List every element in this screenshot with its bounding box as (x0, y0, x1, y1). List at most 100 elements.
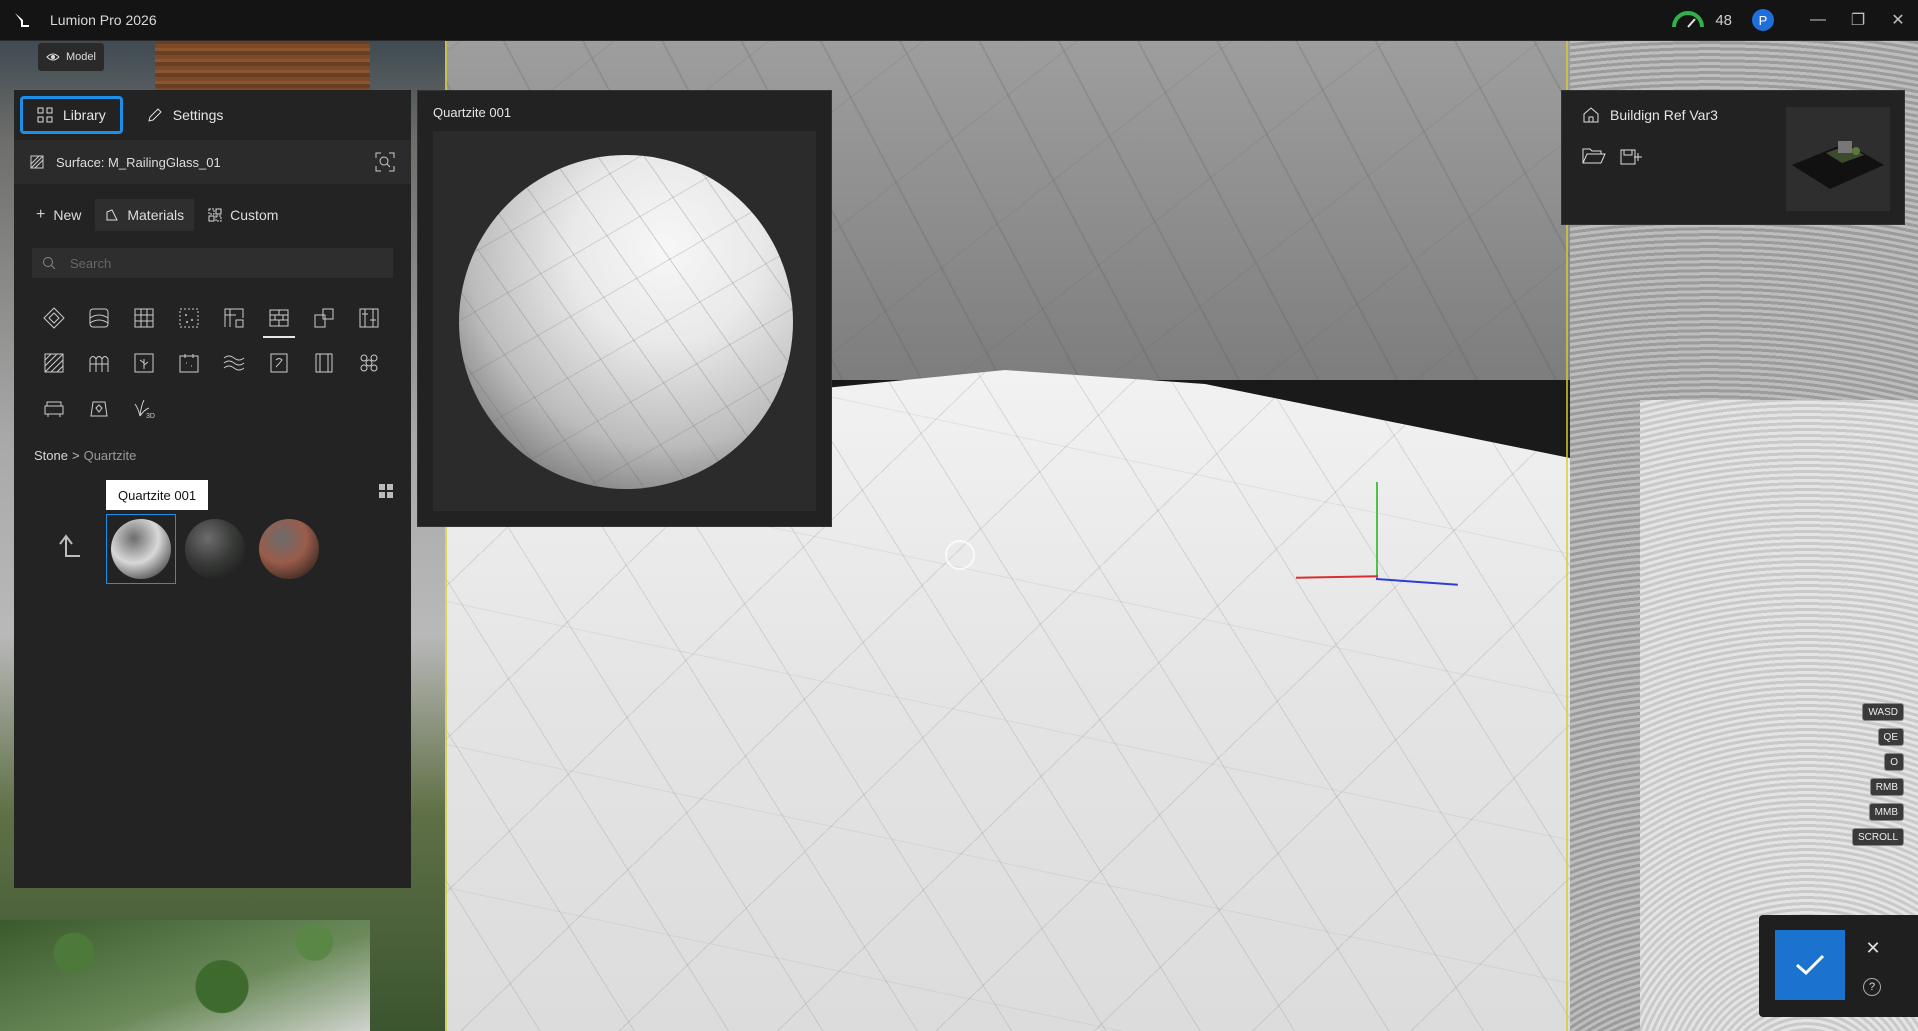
material-sphere (111, 519, 171, 579)
material-thumbnail[interactable] (180, 514, 250, 584)
scene-wood-ceiling (155, 40, 370, 92)
confirm-panel: ✕ ? (1759, 915, 1918, 1017)
user-avatar[interactable]: P (1752, 9, 1774, 31)
material-thumbnail[interactable] (254, 514, 324, 584)
tab-settings-label: Settings (172, 107, 224, 123)
category-concrete[interactable] (167, 296, 211, 340)
pencil-icon (148, 108, 162, 122)
glass-icon (179, 354, 199, 373)
concrete-icon (179, 308, 199, 328)
category-brick[interactable] (257, 296, 301, 340)
new-label: New (53, 207, 82, 223)
eye-icon (46, 53, 60, 61)
lumion-logo-icon (15, 13, 29, 27)
tile-icon (134, 308, 154, 328)
folder-up-icon[interactable] (54, 532, 82, 562)
breadcrumb: Stone > Quartzite (34, 448, 411, 463)
tab-library[interactable]: Library (20, 96, 123, 134)
category-fabric[interactable] (347, 296, 391, 340)
cancel-button[interactable]: ✕ (1863, 938, 1883, 958)
category-metal[interactable] (257, 341, 301, 385)
view-mode-chip[interactable]: Model (38, 43, 104, 71)
material-thumbnails (106, 514, 324, 584)
category-ground[interactable] (122, 341, 166, 385)
breadcrumb-separator: > (71, 448, 80, 463)
material-thumbnail[interactable] (106, 514, 176, 584)
metal-icon (270, 353, 288, 373)
furniture-icon (44, 401, 64, 417)
project-panel: Buildign Ref Var3 (1561, 90, 1905, 225)
view-mode-label: Model (66, 51, 96, 63)
open-folder-icon[interactable] (1582, 147, 1606, 165)
category-grid: 3D (32, 296, 411, 430)
pick-surface-icon[interactable] (375, 152, 395, 172)
fabric-icon (359, 308, 379, 328)
performance-value: 48 (1715, 11, 1732, 29)
material-preview-panel: Quartzite 001 (417, 90, 832, 527)
facade-icon (224, 308, 244, 328)
preview-sphere (459, 155, 793, 489)
category-landscape[interactable] (77, 386, 121, 430)
pattern-icon (360, 354, 378, 372)
floor-icon (314, 308, 334, 328)
category-water[interactable] (212, 341, 256, 385)
search-input[interactable] (68, 254, 372, 272)
breadcrumb-parent[interactable]: Stone (34, 448, 68, 463)
category-tile[interactable] (122, 296, 166, 340)
app-title: Lumion Pro 2026 (50, 12, 157, 28)
close-window-button[interactable]: ✕ (1878, 0, 1918, 40)
category-facade[interactable] (212, 296, 256, 340)
category-glass[interactable] (167, 341, 211, 385)
door-icon (315, 353, 333, 373)
breadcrumb-current: Quartzite (83, 448, 137, 463)
brick-icon (269, 309, 289, 327)
category-asphalt[interactable] (32, 341, 76, 385)
water-icon (223, 355, 245, 371)
search-icon (43, 257, 56, 270)
checkmark-icon (1796, 954, 1825, 976)
project-title-row: Buildign Ref Var3 (1582, 107, 1718, 123)
surface-selector[interactable]: Surface: M_RailingGlass_01 (14, 140, 411, 184)
category-furniture[interactable] (32, 386, 76, 430)
project-model-thumbnail (1792, 141, 1884, 189)
project-title: Buildign Ref Var3 (1610, 107, 1718, 123)
ground-icon (134, 353, 154, 373)
title-bar: Lumion Pro 2026 48 P — ❐ ✕ (0, 0, 1918, 41)
cursor-ring (945, 540, 975, 570)
project-thumbnail[interactable] (1786, 107, 1890, 211)
asphalt-icon (44, 353, 64, 373)
category-wood[interactable] (77, 296, 121, 340)
all-icon (43, 307, 65, 329)
performance-gauge-icon[interactable] (1671, 11, 1705, 29)
key-hint: SCROLL (1851, 828, 1904, 846)
search-bar[interactable] (32, 248, 393, 278)
key-hint: O (1884, 753, 1904, 771)
building-icon (1583, 107, 1599, 123)
category-pattern[interactable] (347, 341, 391, 385)
grid-view-toggle-icon[interactable] (379, 484, 393, 498)
surface-hatch-icon (30, 155, 44, 169)
material-sphere (259, 519, 319, 579)
gizmo-y-axis[interactable] (1376, 482, 1378, 580)
category-panel[interactable] (77, 341, 121, 385)
category-door[interactable] (302, 341, 346, 385)
category-plant-3d[interactable]: 3D (122, 386, 166, 430)
save-as-icon[interactable] (1620, 147, 1644, 165)
tab-settings[interactable]: Settings (133, 96, 238, 134)
confirm-button[interactable] (1775, 930, 1845, 1000)
category-floor[interactable] (302, 296, 346, 340)
help-button[interactable]: ? (1863, 978, 1881, 996)
tab-custom[interactable]: Custom (198, 199, 288, 231)
key-hint: RMB (1869, 778, 1904, 796)
category-all[interactable] (32, 296, 76, 340)
tab-materials[interactable]: Materials (95, 199, 195, 231)
minimize-button[interactable]: — (1798, 0, 1838, 40)
key-hint: QE (1877, 728, 1904, 746)
navigation-key-hints: WASD QE O RMB MMB SCROLL (1851, 703, 1904, 846)
new-material-button[interactable]: + New (26, 199, 91, 231)
key-hint: MMB (1868, 803, 1904, 821)
scene-plants (0, 920, 370, 1031)
restore-button[interactable]: ❐ (1838, 0, 1878, 40)
custom-label: Custom (230, 207, 279, 223)
surface-label: Surface: M_RailingGlass_01 (56, 154, 221, 170)
